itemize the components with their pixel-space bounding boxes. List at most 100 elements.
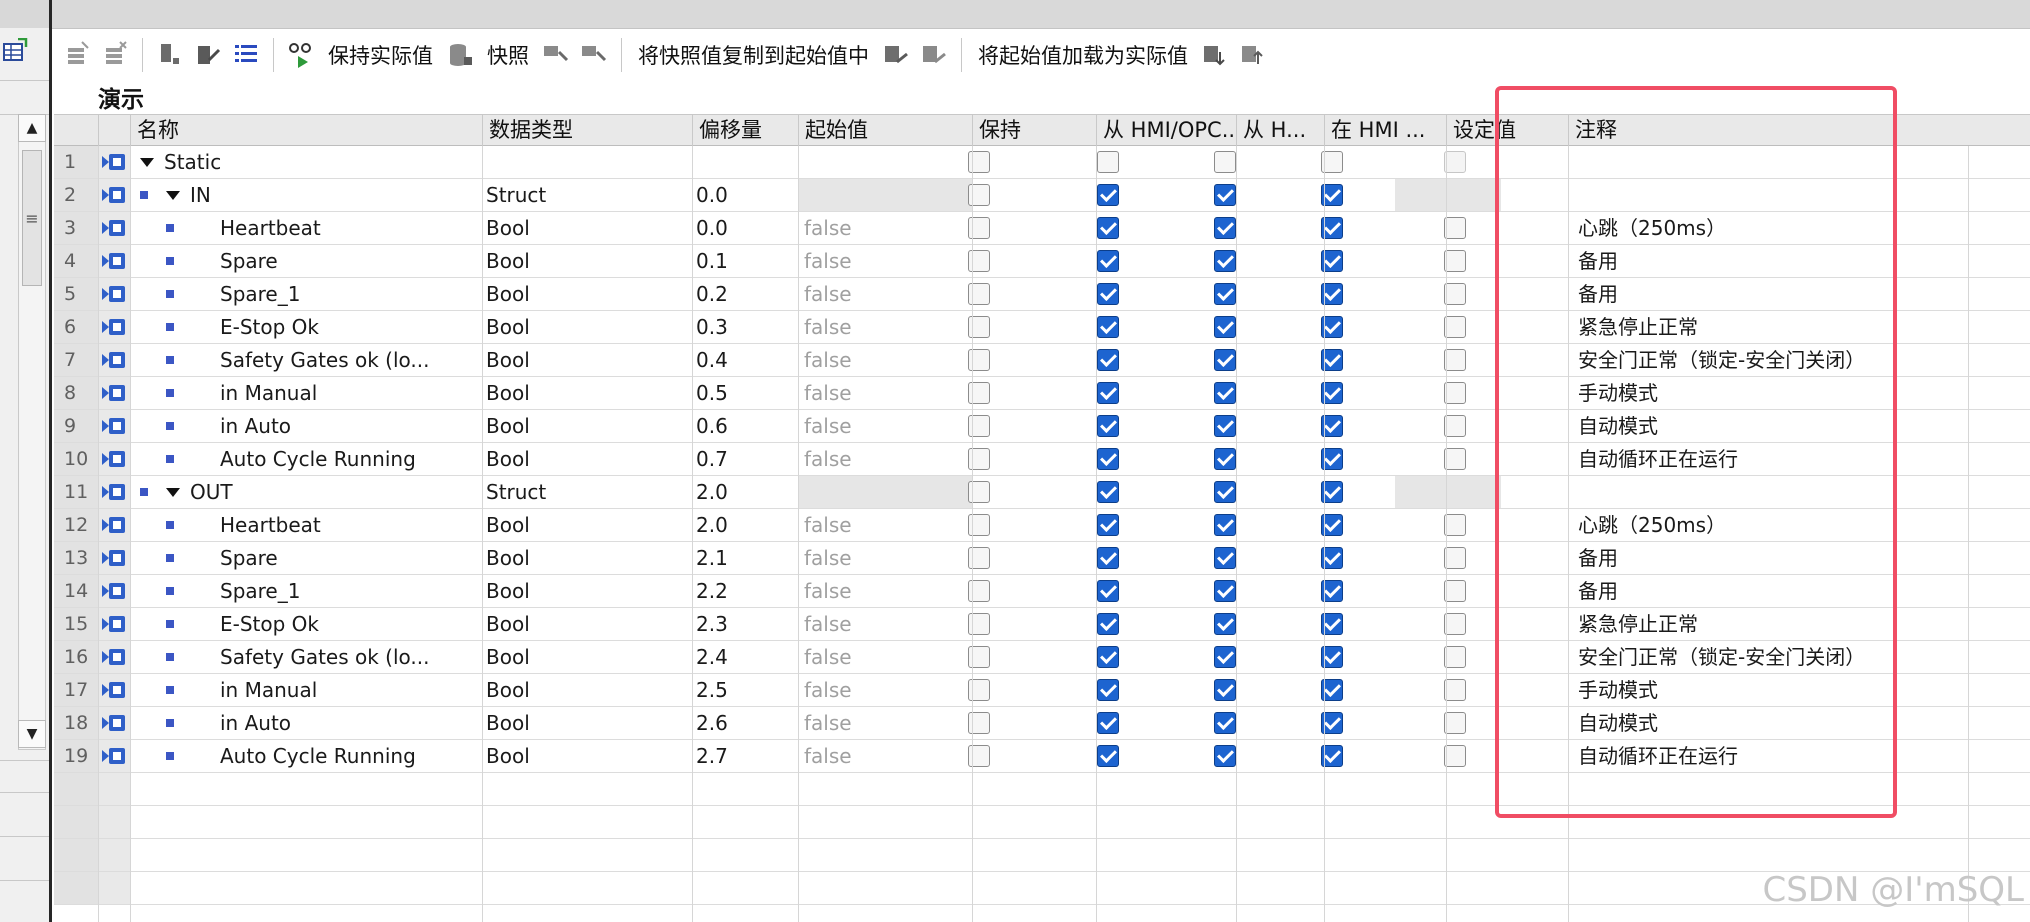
cell-name[interactable]: E-Stop Ok	[220, 311, 482, 343]
setpoint-checkbox[interactable]	[1444, 712, 1466, 734]
setpoint-checkbox[interactable]	[1444, 745, 1466, 767]
setpoint-checkbox[interactable]	[1444, 217, 1466, 239]
setpoint-checkbox[interactable]	[1444, 613, 1466, 635]
scroll-thumb[interactable]: ≡	[22, 150, 42, 286]
table-row[interactable]: 10 Auto Cycle Running Bool 0.7 false 自动循环正在运行	[54, 443, 2030, 476]
cell-datatype[interactable]: Bool	[486, 212, 692, 244]
cell-comment[interactable]	[1572, 476, 2024, 508]
cell-datatype[interactable]: Bool	[486, 443, 692, 475]
cell-datatype[interactable]: Bool	[486, 509, 692, 541]
cell-start-value[interactable]: false	[798, 542, 972, 574]
cell-datatype[interactable]: Bool	[486, 608, 692, 640]
cell-datatype[interactable]: Bool	[486, 740, 692, 772]
setpoint-checkbox[interactable]	[1444, 679, 1466, 701]
hmi-opc-checkbox[interactable]	[1097, 151, 1119, 173]
hmi-opc-checkbox[interactable]	[1097, 745, 1119, 767]
hmi-access-checkbox[interactable]	[1214, 316, 1236, 338]
cell-start-value[interactable]: false	[798, 641, 972, 673]
collapse-all-icon[interactable]	[193, 40, 223, 70]
cell-datatype[interactable]: Bool	[486, 410, 692, 442]
load-actual-icon[interactable]	[919, 40, 949, 70]
hmi-access-checkbox[interactable]	[1214, 448, 1236, 470]
cell-comment[interactable]	[1572, 146, 2024, 178]
cell-name[interactable]: Spare	[220, 542, 482, 574]
hmi-access-checkbox[interactable]	[1214, 481, 1236, 503]
setpoint-checkbox[interactable]	[1444, 283, 1466, 305]
cell-comment[interactable]: 备用	[1572, 245, 2024, 277]
table-row[interactable]: 3 Heartbeat Bool 0.0 false 心跳（250ms）	[54, 212, 2030, 245]
hmi-opc-checkbox[interactable]	[1097, 646, 1119, 668]
hmi-access-checkbox[interactable]	[1214, 745, 1236, 767]
cell-name[interactable]: in Manual	[220, 377, 482, 409]
cell-name[interactable]: in Auto	[220, 410, 482, 442]
expand-triangle-icon[interactable]	[166, 191, 180, 200]
copy-snapshot-icon[interactable]	[541, 40, 571, 70]
header-setpoint[interactable]: 设定值	[1446, 115, 1568, 147]
copy-start-icon[interactable]	[579, 40, 609, 70]
hmi-access-checkbox[interactable]	[1214, 151, 1236, 173]
setpoint-checkbox[interactable]	[1444, 580, 1466, 602]
cell-start-value[interactable]: false	[798, 377, 972, 409]
download-icon[interactable]	[1200, 40, 1230, 70]
add-row-icon[interactable]	[100, 40, 130, 70]
hmi-opc-checkbox[interactable]	[1097, 184, 1119, 206]
header-retain[interactable]: 保持	[972, 115, 1096, 147]
header-datatype[interactable]: 数据类型	[482, 115, 692, 147]
cell-comment[interactable]: 自动循环正在运行	[1572, 443, 2024, 475]
hmi-access-checkbox[interactable]	[1214, 415, 1236, 437]
cell-datatype[interactable]: Bool	[486, 377, 692, 409]
cell-name[interactable]: Static	[164, 146, 482, 178]
cell-comment[interactable]: 自动模式	[1572, 410, 2024, 442]
empty-row[interactable]	[54, 773, 2030, 806]
hmi-opc-checkbox[interactable]	[1097, 481, 1119, 503]
table-import-icon[interactable]	[2, 38, 28, 64]
hmi-opc-checkbox[interactable]	[1097, 316, 1119, 338]
hmi-opc-checkbox[interactable]	[1097, 250, 1119, 272]
table-row[interactable]: 14 Spare_1 Bool 2.2 false 备用	[54, 575, 2030, 608]
cell-datatype[interactable]: Bool	[486, 674, 692, 706]
upload-icon[interactable]	[1238, 40, 1268, 70]
cell-datatype[interactable]: Struct	[486, 476, 692, 508]
hmi-access-checkbox[interactable]	[1214, 250, 1236, 272]
cell-comment[interactable]: 备用	[1572, 575, 2024, 607]
table-row[interactable]: 2 IN Struct 0.0	[54, 179, 2030, 212]
cell-comment[interactable]: 紧急停止正常	[1572, 311, 2024, 343]
cell-start-value[interactable]: false	[798, 443, 972, 475]
cell-name[interactable]: in Auto	[220, 707, 482, 739]
hmi-access-checkbox[interactable]	[1214, 514, 1236, 536]
cell-datatype[interactable]: Bool	[486, 278, 692, 310]
cell-start-value[interactable]: false	[798, 674, 972, 706]
cell-start-value[interactable]: false	[798, 245, 972, 277]
expand-all-icon[interactable]	[155, 40, 185, 70]
cell-start-value[interactable]: false	[798, 344, 972, 376]
hmi-opc-checkbox[interactable]	[1097, 613, 1119, 635]
cell-name[interactable]: Spare_1	[220, 278, 482, 310]
cell-comment[interactable]: 备用	[1572, 278, 2024, 310]
hmi-opc-checkbox[interactable]	[1097, 349, 1119, 371]
cell-datatype[interactable]: Bool	[486, 344, 692, 376]
setpoint-checkbox[interactable]	[1444, 151, 1466, 173]
cell-datatype[interactable]: Struct	[486, 179, 692, 211]
keep-actual-values-button[interactable]: 保持实际值	[320, 40, 441, 70]
setpoint-checkbox[interactable]	[1444, 349, 1466, 371]
setpoint-checkbox[interactable]	[1444, 382, 1466, 404]
hmi-opc-checkbox[interactable]	[1097, 448, 1119, 470]
cell-comment[interactable]: 手动模式	[1572, 674, 2024, 706]
setpoint-checkbox[interactable]	[1444, 250, 1466, 272]
table-row[interactable]: 15 E-Stop Ok Bool 2.3 false 紧急停止正常	[54, 608, 2030, 641]
copy-snapshot-to-start-button[interactable]: 将快照值复制到起始值中	[630, 40, 877, 70]
hmi-access-checkbox[interactable]	[1214, 712, 1236, 734]
setpoint-checkbox[interactable]	[1444, 415, 1466, 437]
cell-comment[interactable]: 安全门正常（锁定-安全门关闭）	[1572, 344, 2024, 376]
cell-start-value[interactable]: false	[798, 608, 972, 640]
cell-start-value[interactable]: false	[798, 278, 972, 310]
hmi-access-checkbox[interactable]	[1214, 580, 1236, 602]
cell-comment[interactable]: 紧急停止正常	[1572, 608, 2024, 640]
header-offset[interactable]: 偏移量	[692, 115, 798, 147]
table-row[interactable]: 8 in Manual Bool 0.5 false 手动模式	[54, 377, 2030, 410]
cell-comment[interactable]: 心跳（250ms）	[1572, 212, 2024, 244]
setpoint-checkbox[interactable]	[1444, 514, 1466, 536]
hmi-opc-checkbox[interactable]	[1097, 217, 1119, 239]
hmi-opc-checkbox[interactable]	[1097, 382, 1119, 404]
header-comment[interactable]: 注释	[1568, 115, 2024, 147]
